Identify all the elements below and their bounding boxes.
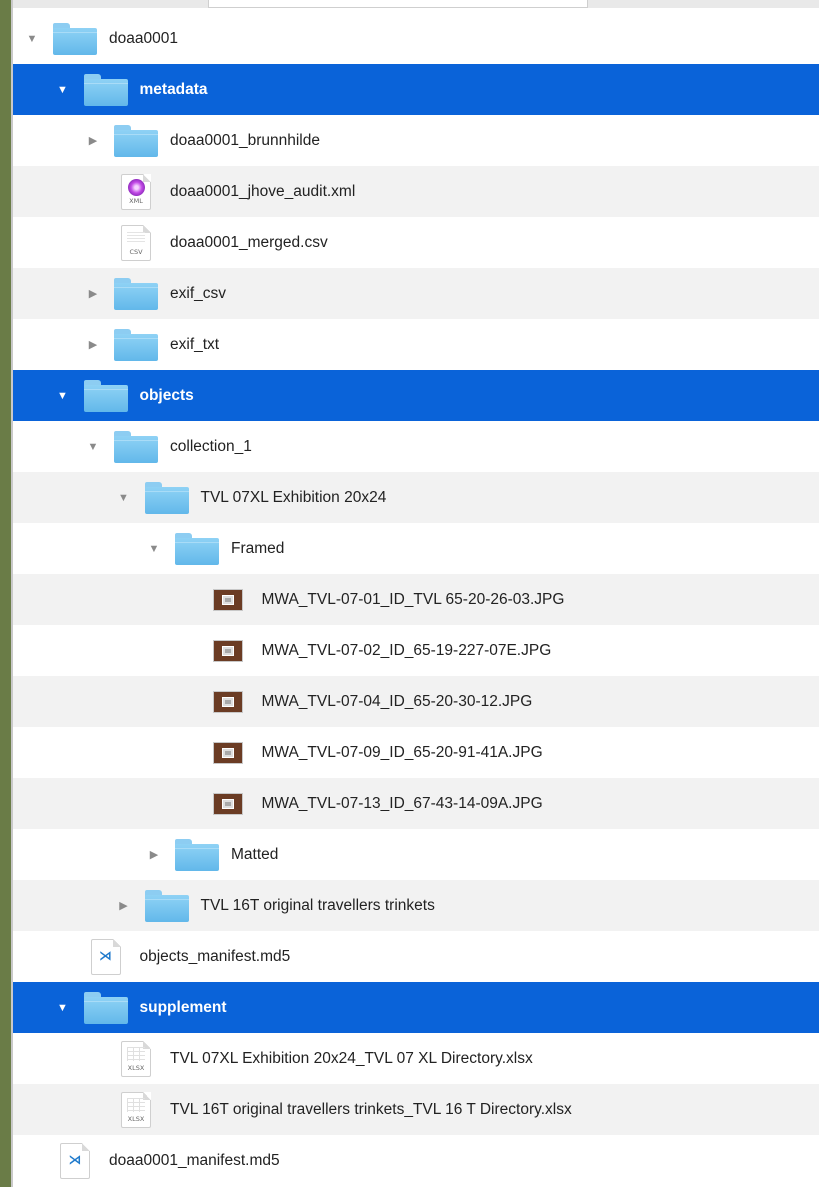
tree-row-label: MWA_TVL-07-04_ID_65-20-30-12.JPG	[261, 693, 533, 710]
disclosure-expanded-icon[interactable]: ▼	[117, 472, 131, 523]
image-thumbnail-icon	[212, 792, 243, 815]
disclosure-expanded-icon[interactable]: ▼	[56, 982, 70, 1033]
tree-row-doaa0001-merged-csv[interactable]: CSV doaa0001_merged.csv	[13, 217, 819, 268]
tree-row-metadata[interactable]: ▼ metadata	[13, 64, 819, 115]
tree-row-exif-csv[interactable]: ▶ exif_csv	[13, 268, 819, 319]
tree-row-tvl-07xl-exhibition-20x24[interactable]: ▼ TVL 07XL Exhibition 20x24	[13, 472, 819, 523]
folder-icon	[114, 124, 158, 157]
disclosure-expanded-icon[interactable]: ▼	[86, 421, 100, 472]
folder-icon	[114, 277, 158, 310]
tree-row-label: MWA_TVL-07-09_ID_65-20-91-41A.JPG	[261, 744, 543, 761]
tree-row-label: doaa0001_merged.csv	[170, 234, 328, 251]
folder-icon	[114, 430, 158, 463]
vscode-file-icon: ⋊	[60, 1142, 90, 1179]
folder-icon	[53, 22, 97, 55]
folder-icon	[83, 379, 128, 412]
tree-row-label: doaa0001_brunnhilde	[170, 132, 320, 149]
tree-row-mwa-tvl-07-02-id-65-19-227-07e-jpg[interactable]: MWA_TVL-07-02_ID_65-19-227-07E.JPG	[13, 625, 819, 676]
tree-row-label: TVL 16T original travellers trinkets_TVL…	[170, 1101, 572, 1118]
tree-row-label: MWA_TVL-07-13_ID_67-43-14-09A.JPG	[261, 795, 543, 812]
tree-row-exif-txt[interactable]: ▶ exif_txt	[13, 319, 819, 370]
tree-row-doaa0001-manifest-md5[interactable]: ⋊ doaa0001_manifest.md5	[13, 1135, 819, 1186]
tree-row-label: objects_manifest.md5	[139, 948, 291, 965]
tree-row-label: MWA_TVL-07-01_ID_TVL 65-20-26-03.JPG	[261, 591, 565, 608]
csv-file-icon: CSV	[121, 224, 151, 261]
disclosure-collapsed-icon[interactable]: ▶	[147, 829, 161, 880]
folder-icon	[144, 889, 189, 922]
xml-file-icon: XML	[121, 173, 151, 210]
xlsx-file-icon: XLSX	[121, 1091, 151, 1128]
tree-row-label: supplement	[139, 999, 227, 1016]
tree-row-label: exif_txt	[170, 336, 220, 353]
tree-row-tvl-16t-original-travellers-trinkets-tvl-16-t-directory-xlsx[interactable]: XLSX TVL 16T original travellers trinkets…	[13, 1084, 819, 1135]
tree-row-tvl-07xl-exhibition-20x24-tvl-07-xl-directory-xlsx[interactable]: XLSX TVL 07XL Exhibition 20x24_TVL 07 XL …	[13, 1033, 819, 1084]
tree-row-mwa-tvl-07-13-id-67-43-14-09a-jpg[interactable]: MWA_TVL-07-13_ID_67-43-14-09A.JPG	[13, 778, 819, 829]
tree-row-label: metadata	[139, 81, 208, 98]
tree-row-doaa0001-jhove-audit-xml[interactable]: XML doaa0001_jhove_audit.xml	[13, 166, 819, 217]
folder-icon	[83, 73, 128, 106]
folder-icon	[175, 838, 219, 871]
folder-icon	[114, 328, 158, 361]
vscode-file-icon: ⋊	[90, 938, 121, 975]
tree-row-label: objects	[139, 387, 194, 404]
tree-row-supplement[interactable]: ▼ supplement	[13, 982, 819, 1033]
folder-icon	[144, 481, 189, 514]
tree-row-label: Matted	[231, 846, 279, 863]
disclosure-expanded-icon[interactable]: ▼	[56, 370, 70, 421]
folder-icon	[175, 532, 219, 565]
image-thumbnail-icon	[212, 588, 243, 611]
tree-row-mwa-tvl-07-09-id-65-20-91-41a-jpg[interactable]: MWA_TVL-07-09_ID_65-20-91-41A.JPG	[13, 727, 819, 778]
tree-row-doaa0001-brunnhilde[interactable]: ▶ doaa0001_brunnhilde	[13, 115, 819, 166]
disclosure-expanded-icon[interactable]: ▼	[56, 64, 70, 115]
tree-row-mwa-tvl-07-01-id-tvl-65-20-26-03-jpg[interactable]: MWA_TVL-07-01_ID_TVL 65-20-26-03.JPG	[13, 574, 819, 625]
tree-row-matted[interactable]: ▶ Matted	[13, 829, 819, 880]
disclosure-collapsed-icon[interactable]: ▶	[86, 319, 100, 370]
folder-icon	[83, 991, 128, 1024]
tree-row-objects-manifest-md5[interactable]: ⋊ objects_manifest.md5	[13, 931, 819, 982]
disclosure-collapsed-icon[interactable]: ▶	[117, 880, 131, 931]
xlsx-file-icon: XLSX	[121, 1040, 151, 1077]
tree-row-objects[interactable]: ▼ objects	[13, 370, 819, 421]
tree-row-label: Framed	[231, 540, 285, 557]
tree-row-tvl-16t-original-travellers-trinkets[interactable]: ▶ TVL 16T original travellers trinkets	[13, 880, 819, 931]
tree-row-label: MWA_TVL-07-02_ID_65-19-227-07E.JPG	[261, 642, 552, 659]
disclosure-expanded-icon[interactable]: ▼	[147, 523, 161, 574]
image-thumbnail-icon	[212, 639, 243, 662]
tree-row-label: doaa0001_jhove_audit.xml	[170, 183, 356, 200]
tree-row-label: exif_csv	[170, 285, 226, 302]
file-tree: ▼ doaa0001 ▼ metadata ▶ doaa0001_brunnhilde XM…	[13, 13, 819, 1186]
disclosure-expanded-icon[interactable]: ▼	[25, 13, 39, 64]
tree-row-framed[interactable]: ▼ Framed	[13, 523, 819, 574]
top-tab	[208, 0, 588, 8]
tree-row-label: doaa0001_manifest.md5	[109, 1152, 280, 1169]
tree-row-collection-1[interactable]: ▼ collection_1	[13, 421, 819, 472]
tree-row-label: TVL 16T original travellers trinkets	[200, 897, 435, 914]
window-side-strip	[0, 0, 11, 1187]
image-thumbnail-icon	[212, 741, 243, 764]
tree-row-label: TVL 07XL Exhibition 20x24	[200, 489, 387, 506]
disclosure-collapsed-icon[interactable]: ▶	[86, 268, 100, 319]
tree-row-label: TVL 07XL Exhibition 20x24_TVL 07 XL Dire…	[170, 1050, 533, 1067]
tree-row-doaa0001[interactable]: ▼ doaa0001	[13, 13, 819, 64]
disclosure-collapsed-icon[interactable]: ▶	[86, 115, 100, 166]
tree-row-label: doaa0001	[109, 30, 178, 47]
tree-row-mwa-tvl-07-04-id-65-20-30-12-jpg[interactable]: MWA_TVL-07-04_ID_65-20-30-12.JPG	[13, 676, 819, 727]
tree-row-label: collection_1	[170, 438, 252, 455]
image-thumbnail-icon	[212, 690, 243, 713]
